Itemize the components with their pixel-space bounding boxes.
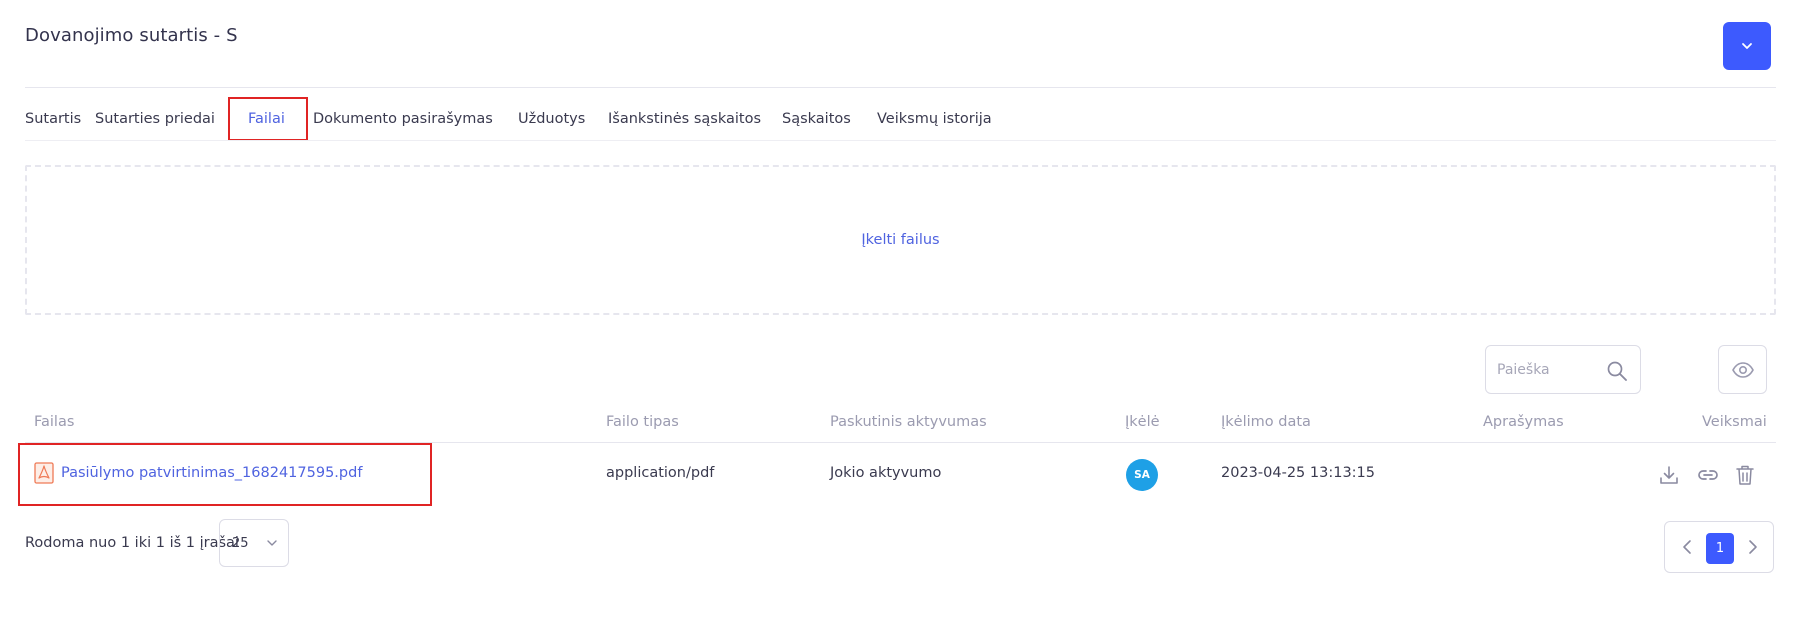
page-size-value: 25 [232, 535, 249, 551]
header-divider [25, 87, 1776, 88]
pagination-info: Rodoma nuo 1 iki 1 iš 1 įrašai [25, 535, 239, 551]
uploader-avatar: SA [1126, 459, 1158, 491]
tabs-divider [25, 140, 1776, 141]
link-icon[interactable] [1696, 463, 1720, 487]
search-input[interactable] [1497, 361, 1607, 378]
tab-veiksmu-istorija[interactable]: Veiksmų istorija [877, 98, 992, 140]
actions-menu-button[interactable] [1723, 22, 1771, 70]
trash-icon[interactable] [1733, 463, 1757, 487]
column-header-ikelimo-data[interactable]: Įkėlimo data [1221, 414, 1311, 430]
column-header-failas[interactable]: Failas [34, 414, 74, 430]
chevron-right-icon[interactable] [1743, 538, 1761, 556]
file-type-cell: application/pdf [606, 465, 715, 481]
eye-icon [1731, 361, 1754, 378]
search-icon[interactable] [1606, 360, 1628, 382]
column-header-aprasymas[interactable]: Aprašymas [1483, 414, 1564, 430]
file-upload-dropzone[interactable]: Įkelti failus [25, 165, 1776, 315]
tab-saskaitos[interactable]: Sąskaitos [782, 98, 851, 140]
tab-sutarties-priedai[interactable]: Sutarties priedai [95, 98, 215, 140]
column-visibility-button[interactable] [1718, 345, 1767, 394]
tab-highlight-box [228, 97, 308, 141]
upload-files-link[interactable]: Įkelti failus [861, 232, 939, 248]
column-header-paskutinis-aktyvumas[interactable]: Paskutinis aktyvumas [830, 414, 987, 430]
tab-dokumento-pasirasymas[interactable]: Dokumento pasirašymas [313, 98, 493, 140]
page-title: Dovanojimo sutartis - S [25, 25, 238, 46]
file-highlight-box [18, 443, 432, 506]
column-header-veiksmai: Veiksmai [1702, 414, 1767, 430]
download-icon[interactable] [1657, 463, 1681, 487]
tab-sutartis[interactable]: Sutartis [25, 98, 81, 140]
page-size-select[interactable]: 25 [219, 519, 289, 567]
chevron-down-icon [267, 540, 277, 546]
chevron-down-icon [1742, 43, 1752, 49]
tab-isankstines-saskaitos[interactable]: Išankstinės sąskaitos [608, 98, 761, 140]
last-activity-cell: Jokio aktyvumo [830, 465, 942, 481]
pagination: 1 [1664, 521, 1774, 573]
column-header-ikele[interactable]: Įkėlė [1125, 414, 1160, 430]
tab-uzduotys[interactable]: Užduotys [518, 98, 585, 140]
column-header-failo-tipas[interactable]: Failo tipas [606, 414, 679, 430]
upload-date-cell: 2023-04-25 13:13:15 [1221, 465, 1375, 481]
chevron-left-icon[interactable] [1679, 538, 1697, 556]
page-button-current[interactable]: 1 [1706, 533, 1734, 564]
search-box [1485, 345, 1641, 394]
